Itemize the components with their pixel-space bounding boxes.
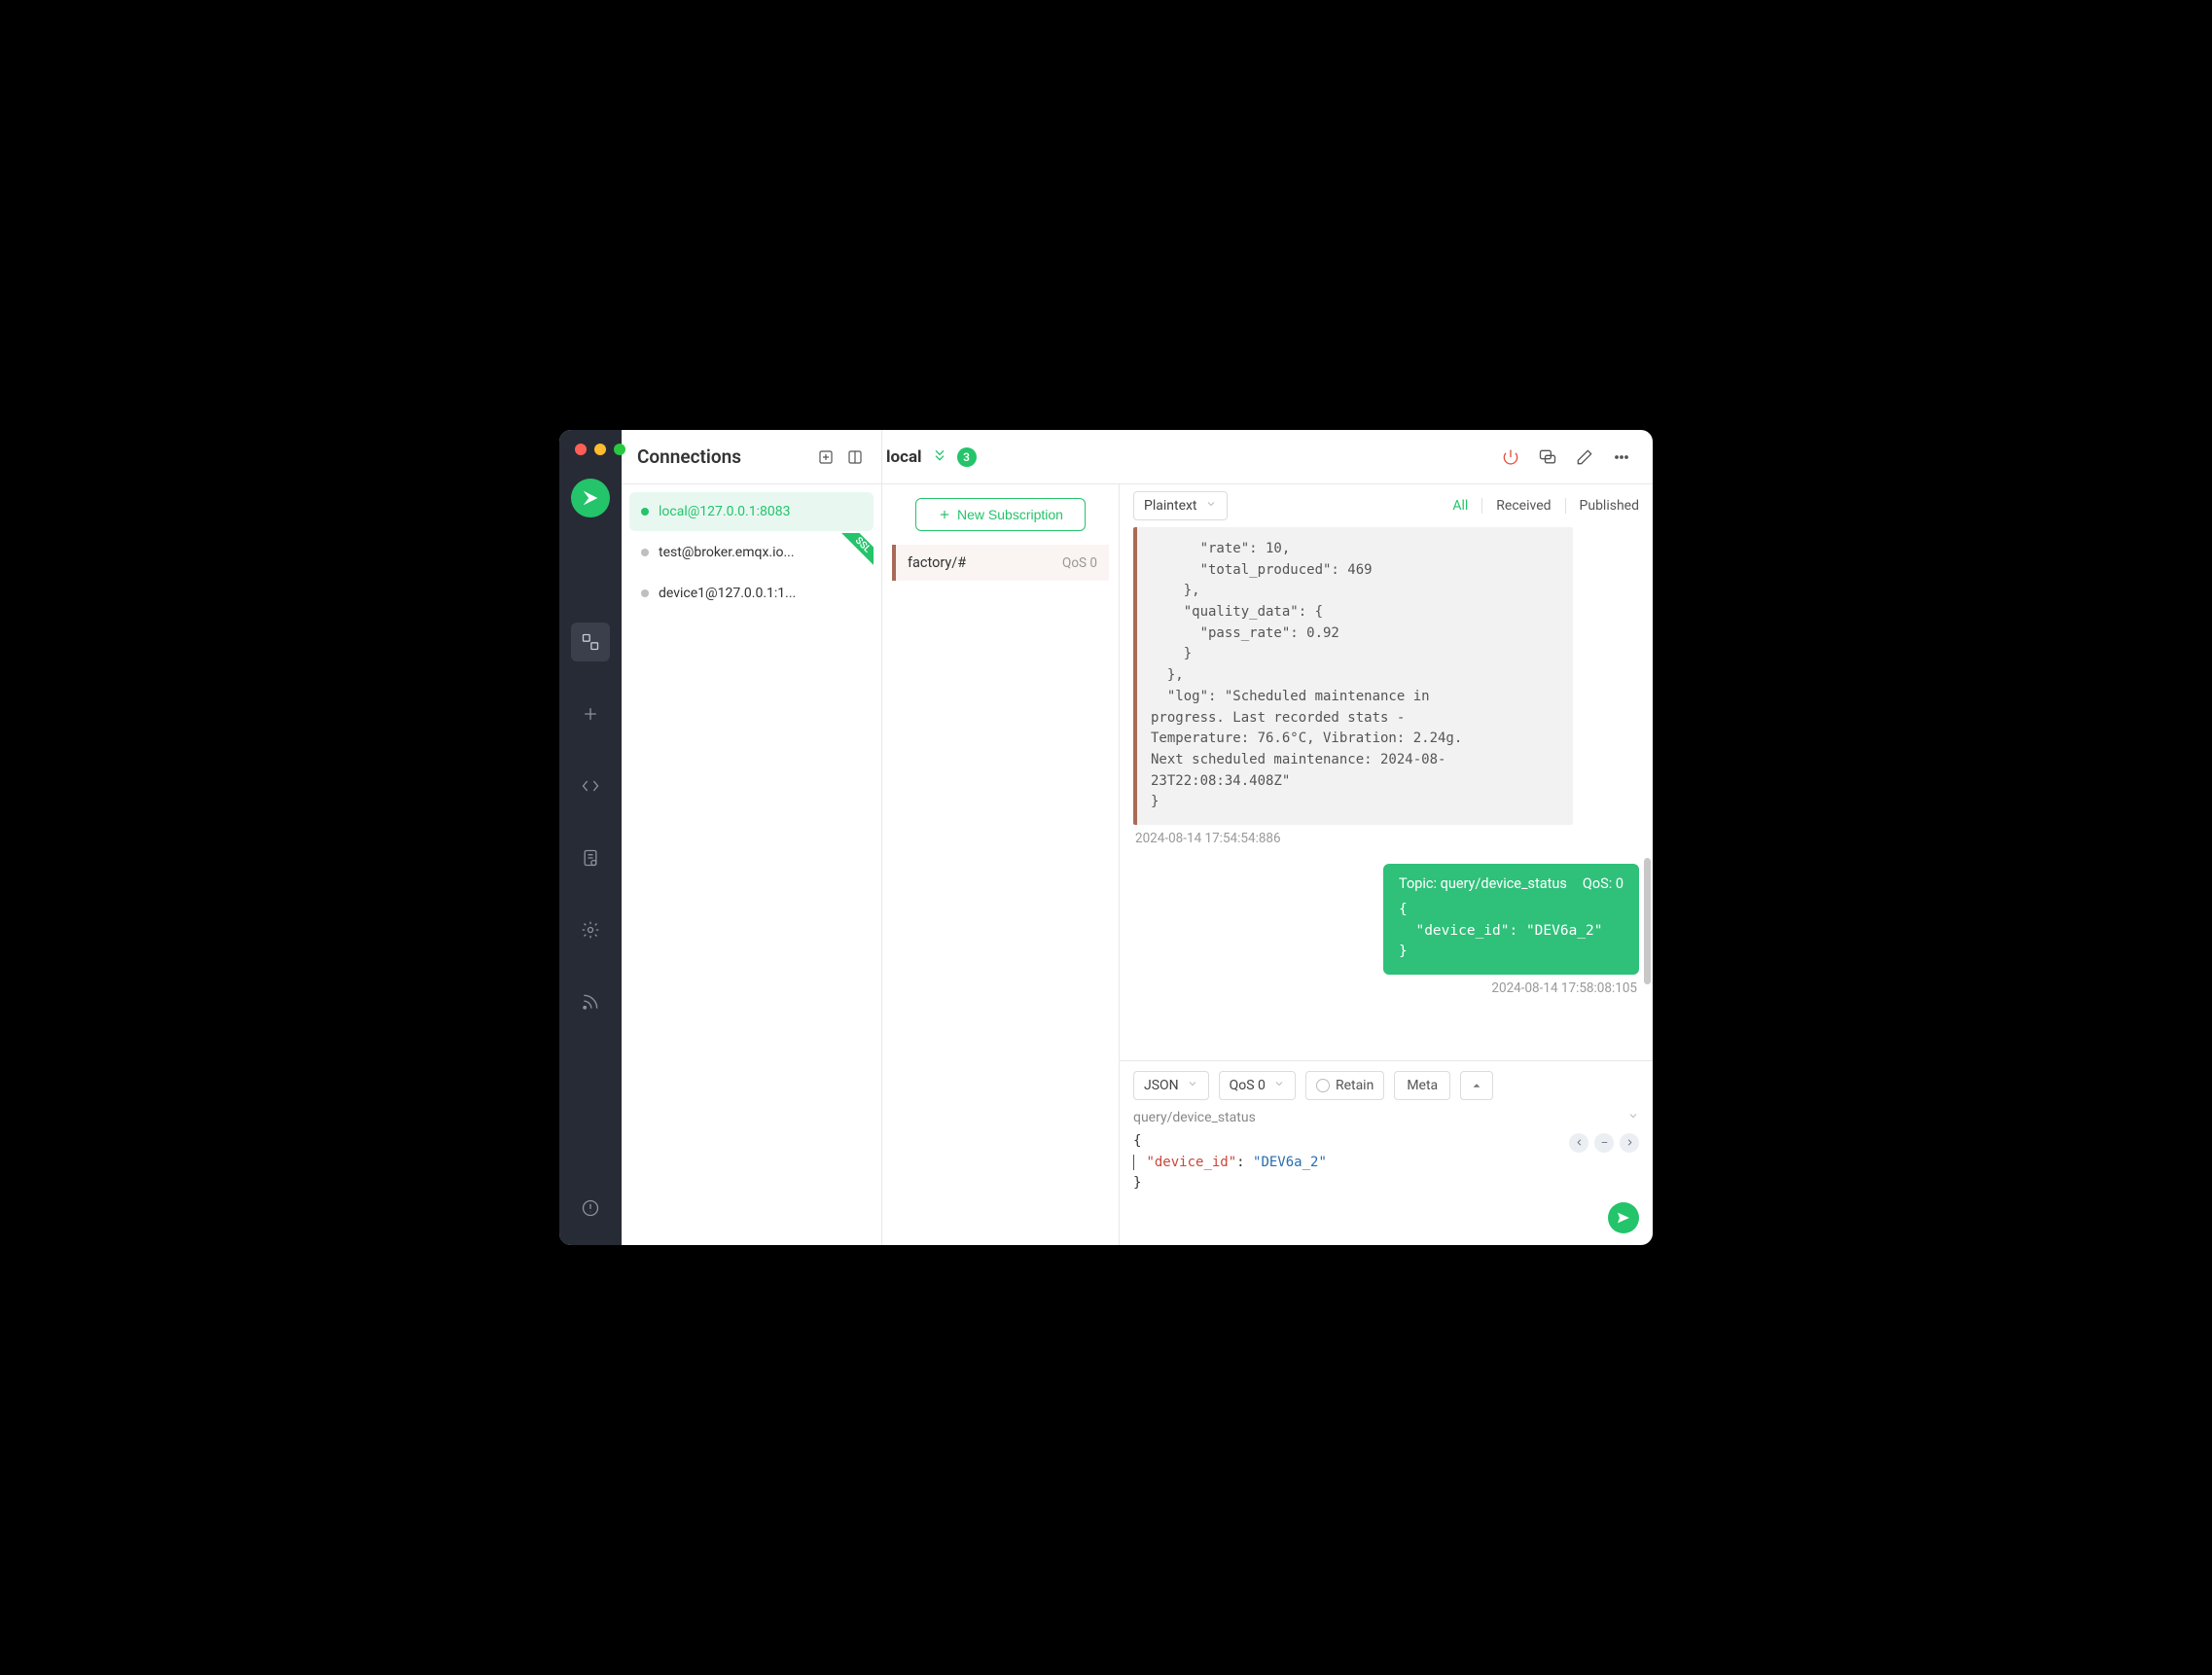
radio-icon bbox=[1316, 1079, 1330, 1092]
fold-right-button[interactable] bbox=[1620, 1133, 1639, 1153]
connection-label: test@broker.emqx.io... bbox=[659, 545, 795, 560]
status-dot-icon bbox=[641, 589, 649, 597]
nav-scripts[interactable] bbox=[571, 766, 610, 805]
traffic-lights bbox=[575, 444, 625, 455]
composer-qos-select[interactable]: QoS 0 bbox=[1219, 1071, 1296, 1100]
retain-toggle[interactable]: Retain bbox=[1305, 1071, 1384, 1100]
published-message-timestamp: 2024-08-14 17:58:08:105 bbox=[1133, 980, 1637, 996]
fold-collapse-button[interactable] bbox=[1594, 1133, 1614, 1153]
maximize-window-button[interactable] bbox=[614, 444, 625, 455]
payload-format-select[interactable]: Plaintext bbox=[1133, 491, 1228, 520]
received-message: "rate": 10, "total_produced": 469 }, "qu… bbox=[1133, 527, 1573, 825]
subscription-qos: QoS 0 bbox=[1062, 555, 1097, 571]
connections-header: Connections bbox=[622, 430, 881, 484]
nav-connections[interactable] bbox=[571, 623, 610, 661]
app-window: Connections local@127.0.0.1:8083 test@br… bbox=[559, 430, 1653, 1245]
collapse-subs-button[interactable] bbox=[932, 447, 947, 467]
chevron-down-icon bbox=[1187, 1078, 1198, 1093]
filter-received-tab[interactable]: Received bbox=[1496, 498, 1551, 514]
subscription-item[interactable]: factory/# QoS 0 bbox=[892, 545, 1109, 581]
new-subscription-button[interactable]: New Subscription bbox=[915, 498, 1086, 531]
composer-body-colon: : bbox=[1236, 1155, 1253, 1170]
messages-filterbar: Plaintext All Received Published bbox=[1120, 484, 1653, 527]
chat-button[interactable] bbox=[1536, 445, 1559, 469]
meta-button[interactable]: Meta bbox=[1394, 1071, 1450, 1100]
collapse-composer-button[interactable] bbox=[1460, 1071, 1493, 1100]
composer-body-input[interactable]: { "device_id": "DEV6a_2" } bbox=[1120, 1129, 1653, 1202]
new-connection-button[interactable] bbox=[815, 446, 837, 468]
filter-published-tab[interactable]: Published bbox=[1580, 498, 1639, 514]
nav-rail bbox=[559, 430, 622, 1245]
separator bbox=[1481, 498, 1482, 514]
connection-item[interactable]: device1@127.0.0.1:1... bbox=[629, 574, 874, 613]
chevron-down-icon bbox=[1205, 498, 1217, 514]
published-message: Topic: query/device_status QoS: 0 { "dev… bbox=[1383, 864, 1639, 975]
composer-qos-value: QoS 0 bbox=[1230, 1078, 1266, 1093]
composer-topic-input[interactable]: query/device_status bbox=[1133, 1110, 1627, 1125]
chevron-down-icon[interactable] bbox=[1627, 1110, 1639, 1125]
subscriptions-panel: New Subscription factory/# QoS 0 bbox=[882, 484, 1120, 1245]
nav-settings[interactable] bbox=[571, 910, 610, 949]
subscription-topic: factory/# bbox=[908, 554, 1062, 571]
filter-all-tab[interactable]: All bbox=[1452, 498, 1468, 514]
retain-label: Retain bbox=[1336, 1078, 1374, 1093]
connection-item[interactable]: local@127.0.0.1:8083 bbox=[629, 492, 874, 531]
new-subscription-label: New Subscription bbox=[957, 507, 1063, 522]
published-topic: Topic: query/device_status bbox=[1399, 875, 1567, 892]
connections-title: Connections bbox=[637, 445, 807, 468]
composer-format-value: JSON bbox=[1144, 1078, 1179, 1093]
main-area: local 3 bbox=[882, 430, 1653, 1245]
publish-composer: JSON QoS 0 Retain Meta bbox=[1120, 1060, 1653, 1245]
messages-scroll[interactable]: "rate": 10, "total_produced": 469 }, "qu… bbox=[1120, 527, 1653, 1060]
connection-label: device1@127.0.0.1:1... bbox=[659, 586, 796, 601]
connection-item[interactable]: test@broker.emqx.io... SSL bbox=[629, 533, 874, 572]
status-dot-icon bbox=[641, 508, 649, 516]
fold-left-button[interactable] bbox=[1569, 1133, 1588, 1153]
published-qos: QoS: 0 bbox=[1583, 875, 1623, 892]
nav-help[interactable] bbox=[571, 1189, 610, 1228]
meta-label: Meta bbox=[1407, 1078, 1438, 1093]
published-body: { "device_id": "DEV6a_2" } bbox=[1399, 900, 1623, 963]
send-button[interactable] bbox=[1608, 1202, 1639, 1233]
edit-button[interactable] bbox=[1573, 445, 1596, 469]
status-dot-icon bbox=[641, 549, 649, 556]
chevron-down-icon bbox=[1273, 1078, 1285, 1093]
toggle-layout-button[interactable] bbox=[844, 446, 866, 468]
messages-panel: Plaintext All Received Published "rate":… bbox=[1120, 484, 1653, 1245]
composer-body-value: "DEV6a_2" bbox=[1253, 1155, 1327, 1170]
connection-name: local bbox=[886, 447, 922, 467]
subscription-count-badge: 3 bbox=[957, 447, 977, 467]
separator bbox=[1565, 498, 1566, 514]
more-button[interactable] bbox=[1610, 445, 1633, 469]
payload-format-value: Plaintext bbox=[1144, 498, 1197, 514]
text-cursor bbox=[1133, 1155, 1134, 1170]
connection-topbar: local 3 bbox=[882, 430, 1653, 484]
nav-new[interactable] bbox=[571, 695, 610, 733]
nav-logs[interactable] bbox=[571, 838, 610, 877]
json-fold-controls bbox=[1569, 1133, 1639, 1153]
connections-panel: Connections local@127.0.0.1:8083 test@br… bbox=[622, 430, 882, 1245]
received-message-body: "rate": 10, "total_produced": 469 }, "qu… bbox=[1151, 541, 1462, 809]
composer-body-key: "device_id" bbox=[1146, 1155, 1236, 1170]
received-message-timestamp: 2024-08-14 17:54:54:886 bbox=[1135, 831, 1639, 846]
composer-format-select[interactable]: JSON bbox=[1133, 1071, 1209, 1100]
connection-label: local@127.0.0.1:8083 bbox=[659, 504, 790, 519]
nav-feed[interactable] bbox=[571, 982, 610, 1021]
disconnect-button[interactable] bbox=[1499, 445, 1522, 469]
close-window-button[interactable] bbox=[575, 444, 587, 455]
scrollbar-thumb[interactable] bbox=[1644, 858, 1651, 984]
composer-body-close: } bbox=[1133, 1175, 1141, 1191]
composer-body-open: { bbox=[1133, 1133, 1141, 1149]
minimize-window-button[interactable] bbox=[594, 444, 606, 455]
ssl-badge: SSL bbox=[838, 533, 874, 569]
connections-list: local@127.0.0.1:8083 test@broker.emqx.io… bbox=[622, 484, 881, 621]
app-logo bbox=[571, 479, 610, 517]
